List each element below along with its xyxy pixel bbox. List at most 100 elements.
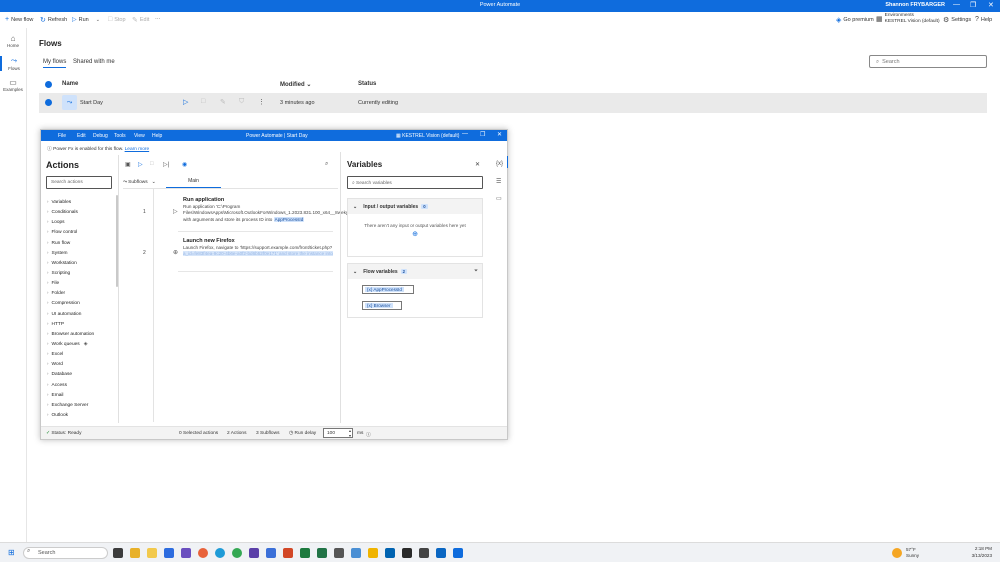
powerpoint-icon[interactable] xyxy=(283,548,293,558)
action-group[interactable]: › Workstation xyxy=(47,260,117,270)
action-group[interactable]: › Excel xyxy=(47,351,117,361)
flow-variables-header[interactable]: ⌄ Flow variables 2 ⏷ xyxy=(348,264,482,279)
flow-name[interactable]: Start Day xyxy=(80,100,103,106)
task-view-icon[interactable] xyxy=(113,548,123,558)
column-status[interactable]: Status xyxy=(358,81,376,87)
taskbar-search[interactable]: Search xyxy=(23,547,108,559)
outlook-icon[interactable] xyxy=(164,548,174,558)
tab-my-flows[interactable]: My flows xyxy=(43,59,67,68)
variable-chip[interactable]: {x} Browser xyxy=(362,301,402,310)
help-button[interactable]: ? Help xyxy=(975,16,992,23)
column-modified[interactable]: Modified ⌄ xyxy=(280,81,311,88)
action-group[interactable]: › Loops xyxy=(47,219,117,229)
action-group[interactable]: › Variables xyxy=(47,199,117,209)
menu-edit[interactable]: Edit xyxy=(77,133,86,139)
table-row[interactable]: ⤳ Start Day ▷ □ ✎ ⛉ ⋮ 3 minutes ago Curr… xyxy=(39,93,987,113)
action-group[interactable]: › Compression xyxy=(47,300,117,310)
io-variables-header[interactable]: ⌄ Input / output variables 0 xyxy=(348,199,482,214)
action-group[interactable]: › File xyxy=(47,280,117,290)
app-icon[interactable] xyxy=(402,548,412,558)
maximize-button[interactable]: ❐ xyxy=(970,1,976,9)
add-variable-icon[interactable]: ⊕ xyxy=(348,228,482,238)
app-icon[interactable] xyxy=(368,548,378,558)
visual-studio-icon[interactable] xyxy=(249,548,259,558)
action-group[interactable]: › Flow control xyxy=(47,229,117,239)
menu-file[interactable]: File xyxy=(58,133,66,139)
excel-icon[interactable] xyxy=(300,548,310,558)
run-icon[interactable]: ▷ xyxy=(138,161,143,168)
info-icon[interactable]: ⓘ xyxy=(366,431,371,438)
flows-search-input[interactable]: ⌕ Search xyxy=(869,55,987,68)
menu-help[interactable]: Help xyxy=(152,133,162,139)
step-title[interactable]: Run application xyxy=(183,197,224,203)
stop-button[interactable]: □ Stop xyxy=(108,16,126,23)
step-title[interactable]: Launch new Firefox xyxy=(183,238,235,244)
stepper-icon[interactable]: ▴ ▾ xyxy=(349,428,351,438)
variables-panel-icon[interactable]: {x} xyxy=(496,161,503,167)
nav-flows[interactable]: ⤳ Flows xyxy=(0,56,26,71)
variable-chip[interactable]: {x} AppProcessId xyxy=(362,285,414,294)
next-action-icon[interactable]: ▷| xyxy=(163,161,169,168)
windows-start-icon[interactable]: ⊞ xyxy=(8,548,15,557)
designer-close-button[interactable]: ✕ xyxy=(497,131,502,138)
action-group[interactable]: › Word xyxy=(47,361,117,371)
subflows-dropdown[interactable]: ⤳ Subflows ⌄ xyxy=(123,179,156,185)
action-group[interactable]: › Run flow xyxy=(47,240,117,250)
app-icon[interactable] xyxy=(419,548,429,558)
tab-shared-with-me[interactable]: Shared with me xyxy=(73,59,115,65)
designer-minimize-button[interactable]: — xyxy=(462,131,468,137)
run-delay-input[interactable]: 100 ▴ ▾ xyxy=(323,428,353,438)
chevron-down-icon[interactable]: ⌄ xyxy=(96,17,100,23)
row-checkbox[interactable] xyxy=(45,99,52,106)
refresh-button[interactable]: ↻ Refresh xyxy=(40,16,67,24)
minimize-button[interactable]: — xyxy=(953,1,960,8)
menu-tools[interactable]: Tools xyxy=(114,133,126,139)
action-group[interactable]: › Browser automation xyxy=(47,331,117,341)
weather-widget[interactable]: 57°F Sunny xyxy=(906,547,919,559)
teams-icon[interactable] xyxy=(181,548,191,558)
action-group[interactable]: › System xyxy=(47,250,117,260)
user-name[interactable]: Shannon FRYBARGER xyxy=(885,2,945,8)
app-icon[interactable] xyxy=(351,548,361,558)
edit-button[interactable]: ✎ Edit xyxy=(132,16,149,24)
action-group[interactable]: › Conditionals xyxy=(47,209,117,219)
record-icon[interactable]: ◉ xyxy=(182,161,187,168)
more-button[interactable]: ··· xyxy=(155,16,161,22)
edit-flow-icon[interactable]: ✎ xyxy=(220,98,226,106)
action-group[interactable]: › Database xyxy=(47,371,117,381)
action-group[interactable]: › Folder xyxy=(47,290,117,300)
nav-examples[interactable]: ▭ Examples xyxy=(0,78,26,92)
edge-icon[interactable] xyxy=(215,548,225,558)
search-variables-input[interactable]: ⌕ Search variables xyxy=(347,176,483,189)
close-icon[interactable]: ✕ xyxy=(475,161,480,168)
shield-icon[interactable]: ⛉ xyxy=(239,98,244,106)
environment-picker[interactable]: ▦ Environments KESTREL Vision (default) xyxy=(876,13,940,24)
file-explorer-icon[interactable] xyxy=(130,548,140,558)
action-group[interactable]: › HTTP xyxy=(47,321,117,331)
save-icon[interactable]: ▣ xyxy=(125,161,131,168)
system-clock[interactable]: 2:18 PM 3/13/2023 xyxy=(972,546,992,559)
action-group[interactable]: › UI automation xyxy=(47,311,117,321)
stop-flow-icon[interactable]: □ xyxy=(201,98,205,105)
step-description[interactable]: Run application 'C:\Program Files\Window… xyxy=(183,204,386,223)
go-premium-button[interactable]: ◈ Go premium xyxy=(836,16,874,24)
sticky-notes-icon[interactable] xyxy=(147,548,157,558)
run-button[interactable]: ▷ Run ⌄ xyxy=(72,16,100,24)
run-flow-icon[interactable]: ▷ xyxy=(183,98,188,106)
menu-view[interactable]: View xyxy=(134,133,145,139)
settings-button[interactable]: ⚙ Settings xyxy=(943,16,971,24)
power-automate-icon[interactable] xyxy=(453,548,463,558)
app-icon[interactable] xyxy=(385,548,395,558)
action-group[interactable]: › Exchange Server xyxy=(47,402,117,412)
search-actions-input[interactable]: Search actions xyxy=(46,176,112,189)
column-name[interactable]: Name xyxy=(62,81,78,87)
more-options-icon[interactable]: ⋮ xyxy=(258,98,265,106)
new-flow-button[interactable]: + New flow xyxy=(5,16,33,23)
action-group[interactable]: › Access xyxy=(47,382,117,392)
app-icon[interactable] xyxy=(436,548,446,558)
action-group[interactable]: › Email xyxy=(47,392,117,402)
filter-icon[interactable]: ⏷ xyxy=(474,268,478,274)
action-group[interactable]: › Scripting xyxy=(47,270,117,280)
action-group[interactable]: › Work queues ◈ xyxy=(47,341,117,351)
learn-more-link[interactable]: Learn more xyxy=(125,147,150,152)
